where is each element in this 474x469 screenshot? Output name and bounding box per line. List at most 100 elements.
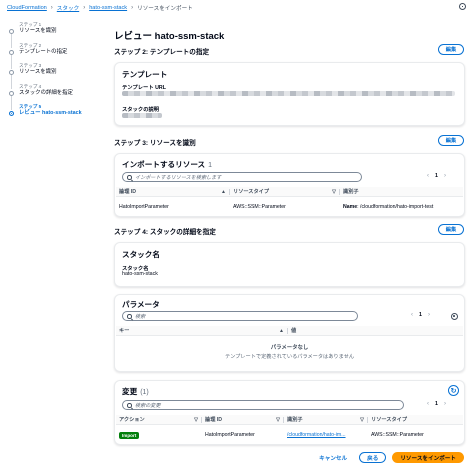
col-identifier[interactable]: 識別子 bbox=[340, 187, 463, 196]
parameters-search-input[interactable] bbox=[135, 313, 353, 320]
row-identifier: Name: /cloudformation/hato-import-test bbox=[343, 204, 434, 210]
col-resource-type[interactable]: リソースタイプ bbox=[368, 415, 463, 424]
stack-description-label: スタックの説明 bbox=[122, 107, 160, 113]
chevron-right-icon: › bbox=[131, 4, 134, 11]
wizard-step-4[interactable]: ステップ 4 スタックの詳細を指定 bbox=[9, 84, 99, 110]
wizard-step-5[interactable]: ステップ 5 レビュー hato-ssm-stack bbox=[9, 104, 99, 125]
stack-description-redacted bbox=[122, 113, 162, 118]
chevron-right-icon[interactable]: › bbox=[444, 401, 446, 407]
wizard-step-1[interactable]: ステップ 1 リソースを識別 bbox=[9, 22, 99, 48]
changes-header: 変更 (1) bbox=[122, 386, 149, 397]
breadcrumb: CloudFormation › スタック › hato-ssm-stack ›… bbox=[7, 2, 467, 13]
sort-icon: ▽ bbox=[276, 416, 280, 423]
step-dot-active-icon bbox=[9, 111, 14, 116]
row-logical-id: HatoImportParameter bbox=[205, 432, 255, 438]
changes-pagination: ‹ 1 › bbox=[427, 401, 446, 407]
import-badge: Import bbox=[119, 431, 140, 439]
col-resource-type-label: リソースタイプ bbox=[233, 189, 270, 195]
sort-icon: ▽ bbox=[360, 416, 364, 423]
sort-icon: ▲ bbox=[221, 188, 226, 195]
info-icon[interactable] bbox=[459, 3, 466, 10]
chevron-right-icon: › bbox=[83, 4, 86, 11]
wizard-steps: ステップ 1 リソースを識別 ステップ 2 テンプレートの指定 ステップ 3 リ… bbox=[9, 22, 99, 125]
sort-icon: ▽ bbox=[332, 188, 336, 195]
template-url-label: テンプレート URL bbox=[122, 85, 166, 91]
edit-step3-button[interactable]: 編集 bbox=[438, 135, 464, 146]
resources-search[interactable] bbox=[122, 172, 362, 182]
col-resource-type[interactable]: リソースタイプ ▽ bbox=[230, 187, 340, 196]
col-value-label: 値 bbox=[291, 328, 297, 334]
table-row: HatoImportParameter AWS::SSM::Parameter … bbox=[116, 201, 463, 213]
identifier-link[interactable]: /cloudformation/hato-im... bbox=[287, 432, 346, 438]
breadcrumb-stack-name[interactable]: hato-ssm-stack bbox=[89, 5, 127, 11]
resources-pagination: ‹ 1 › bbox=[427, 173, 446, 179]
row-resource-type: AWS::SSM::Parameter bbox=[233, 204, 286, 210]
changes-search-input[interactable] bbox=[135, 402, 399, 409]
col-value[interactable]: 値 bbox=[288, 326, 463, 335]
col-key-label: キー bbox=[119, 328, 130, 334]
import-resources-button[interactable]: リソースをインポート bbox=[392, 452, 464, 463]
template-url-redacted bbox=[122, 91, 455, 96]
stack-name-panel: スタック名 スタック名 hato-ssm-stack bbox=[114, 242, 465, 287]
chevron-right-icon: › bbox=[50, 4, 53, 11]
row-logical-id: HatoImportParameter bbox=[119, 204, 169, 210]
parameters-pagination: ‹ 1 › bbox=[411, 312, 430, 318]
col-identifier-label: 識別子 bbox=[343, 189, 359, 195]
chevron-left-icon[interactable]: ‹ bbox=[427, 173, 429, 179]
page-number[interactable]: 1 bbox=[419, 312, 422, 318]
col-identifier[interactable]: 識別子 ▽ bbox=[284, 415, 368, 424]
step-label: テンプレートの指定 bbox=[19, 48, 68, 55]
changes-search[interactable] bbox=[122, 400, 404, 410]
wizard-step-2[interactable]: ステップ 2 テンプレートの指定 bbox=[9, 43, 99, 69]
parameters-search[interactable] bbox=[122, 311, 358, 321]
identifier-value: /cloudformation/hato-import-test bbox=[360, 204, 434, 210]
chevron-left-icon[interactable]: ‹ bbox=[411, 312, 413, 318]
col-logical-id-label: 論理 ID bbox=[119, 189, 137, 195]
col-action[interactable]: アクション ▽ bbox=[116, 415, 202, 424]
edit-step4-button[interactable]: 編集 bbox=[438, 224, 464, 235]
chevron-right-icon[interactable]: › bbox=[428, 312, 430, 318]
template-panel: テンプレート テンプレート URL スタックの説明 bbox=[114, 62, 465, 126]
page-number[interactable]: 1 bbox=[435, 173, 438, 179]
changes-count: (1) bbox=[140, 389, 149, 396]
col-logical-id[interactable]: 論理 ID ▲ bbox=[116, 187, 230, 196]
col-resource-type-label: リソースタイプ bbox=[371, 417, 408, 423]
col-logical-id[interactable]: 論理 ID ▽ bbox=[202, 415, 284, 424]
wizard-step-3[interactable]: ステップ 3 リソースを識別 bbox=[9, 63, 99, 89]
resources-count: 1 bbox=[208, 162, 213, 169]
cancel-button[interactable]: キャンセル bbox=[313, 454, 353, 462]
chevron-right-icon[interactable]: › bbox=[444, 173, 446, 179]
refresh-icon[interactable]: ↻ bbox=[448, 385, 459, 396]
breadcrumb-cloudformation[interactable]: CloudFormation bbox=[7, 5, 47, 11]
col-key[interactable]: キー ▲ bbox=[116, 326, 288, 335]
resources-header: インポートするリソース 1 bbox=[122, 159, 212, 170]
row-identifier[interactable]: /cloudformation/hato-im... bbox=[284, 432, 368, 438]
parameters-title: パラメータ bbox=[122, 300, 160, 309]
empty-state-title: パラメータなし bbox=[270, 345, 309, 351]
row-action: Import bbox=[116, 431, 202, 439]
search-icon bbox=[127, 403, 132, 408]
back-button[interactable]: 戻る bbox=[359, 452, 387, 463]
step-label: レビュー hato-ssm-stack bbox=[19, 110, 82, 116]
empty-state-description: テンプレートで定義されているパラメータはありません bbox=[224, 354, 355, 360]
template-panel-title: テンプレート bbox=[122, 70, 168, 79]
search-icon bbox=[127, 175, 132, 180]
resources-to-import-panel: インポートするリソース 1 ‹ 1 › 論理 ID▲ リソースタイプ▽ 識別子 … bbox=[114, 153, 465, 217]
col-identifier-label: 識別子 bbox=[287, 417, 303, 423]
footer-actions: キャンセル 戻る リソースをインポート bbox=[313, 452, 464, 463]
resources-table-header: 論理 ID ▲ リソースタイプ ▽ 識別子 bbox=[116, 187, 463, 197]
sort-icon: ▲ bbox=[279, 327, 284, 334]
sort-icon: ▽ bbox=[194, 416, 198, 423]
changes-panel: 変更 (1) ↻ ‹ 1 › アクション ▽ 論理 ID ▽ 識別子 ▽ リソースタイ… bbox=[114, 380, 465, 445]
step3-title: ステップ 3: リソースを識別 bbox=[114, 140, 196, 147]
edit-step2-button[interactable]: 編集 bbox=[438, 44, 464, 55]
changes-title: 変更 bbox=[122, 387, 138, 396]
chevron-left-icon[interactable]: ‹ bbox=[427, 401, 429, 407]
page-number[interactable]: 1 bbox=[435, 401, 438, 407]
gear-icon[interactable] bbox=[451, 313, 458, 320]
step-label: リソースを識別 bbox=[19, 28, 57, 34]
table-row: Import HatoImportParameter /cloudformati… bbox=[116, 429, 463, 441]
breadcrumb-stacks[interactable]: スタック bbox=[57, 4, 79, 12]
stack-name-panel-title: スタック名 bbox=[122, 250, 160, 259]
resources-search-input[interactable] bbox=[135, 174, 357, 181]
